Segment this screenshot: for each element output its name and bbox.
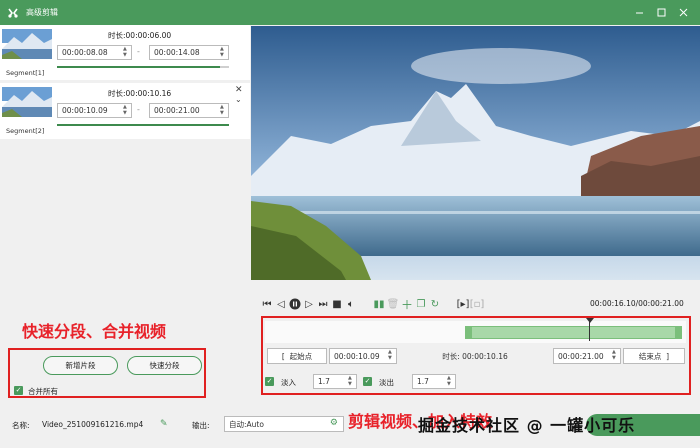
close-button[interactable]: [672, 0, 694, 25]
name-label: 名称:: [12, 421, 30, 430]
segment-end-field[interactable]: 00:00:14.08 ▲ ▼: [149, 45, 229, 60]
trim-timeline[interactable]: [265, 318, 686, 343]
playhead-marker[interactable]: [585, 318, 594, 323]
title-bar: 高级剪辑: [0, 0, 700, 25]
maximize-button[interactable]: [650, 0, 672, 25]
pause-icon[interactable]: [288, 297, 302, 311]
mark-in-icon[interactable]: [▸]: [456, 297, 470, 311]
playback-time: 00:00:16.10/00:00:21.00: [590, 299, 684, 308]
refresh-icon[interactable]: ↻: [428, 297, 442, 311]
annotation-left: 快速分段、合并视频: [22, 322, 167, 341]
output-filename: Video_251009161216.mp4: [42, 420, 144, 429]
mark-out-icon[interactable]: [▫]: [470, 297, 485, 311]
segment-label: Segment[1]: [6, 69, 45, 77]
segment-thumbnail: [2, 29, 52, 59]
stop-icon[interactable]: ■: [330, 297, 344, 311]
player-controls: ⏮ ◁ ▷ ⏭ ■ 🔈︎ ▮▮ 🗑︎ ＋ ❐ ↻ [▸] [▫]: [260, 296, 485, 312]
merge-all-label: 合并所有: [28, 387, 58, 396]
output-label: 输出:: [192, 421, 210, 430]
copy-icon[interactable]: ❐: [414, 297, 428, 311]
segment-end-field[interactable]: 00:00:21.00 ▲ ▼: [149, 103, 229, 118]
range-separator: -: [137, 47, 140, 56]
fade-in-checkbox[interactable]: ✓: [265, 377, 274, 386]
minimize-button[interactable]: [628, 0, 650, 25]
segment-thumbnail: [2, 87, 52, 117]
trim-start-field[interactable]: 00:00:10.09 ▲ ▼: [329, 348, 397, 364]
segment-start-field[interactable]: 00:00:08.08 ▲ ▼: [57, 45, 132, 60]
segment-duration: 时长:00:00:06.00: [108, 31, 172, 40]
segment-start-field[interactable]: 00:00:10.09 ▲ ▼: [57, 103, 132, 118]
collapse-chevron-icon[interactable]: ⌄: [235, 95, 242, 104]
watermark: 掘金技术社区 @ 一罐小可乐: [418, 416, 636, 435]
trim-start-handle[interactable]: [465, 327, 472, 338]
fade-in-label: 淡入: [281, 378, 296, 387]
segment-item[interactable]: Segment[2] 时长:00:00:10.16 ✕ ⌄ 00:00:10.0…: [0, 83, 250, 139]
edit-name-icon[interactable]: ✎: [160, 419, 168, 429]
set-end-button[interactable]: 结束点 ]: [623, 348, 685, 364]
segment-progress: [57, 66, 229, 68]
trim-end-field[interactable]: 00:00:21.00 ▲ ▼: [553, 348, 621, 364]
fade-out-label: 淡出: [379, 378, 394, 387]
segment-progress: [57, 124, 229, 126]
app-logo-icon: [4, 4, 22, 22]
skip-start-icon[interactable]: ⏮: [260, 297, 274, 311]
merge-all-checkbox[interactable]: ✓: [14, 386, 23, 395]
close-segment-icon[interactable]: ✕: [235, 85, 243, 95]
set-start-button[interactable]: [ 起始点: [267, 348, 327, 364]
segment-duration: 时长:00:00:10.16: [108, 89, 172, 98]
step-forward-icon[interactable]: ▷: [302, 297, 316, 311]
trim-selection[interactable]: [464, 326, 682, 339]
trim-duration: 时长: 00:00:10.16: [442, 351, 508, 361]
playhead-line: [588, 321, 590, 341]
segment-item[interactable]: Segment[1] 时长:00:00:06.00 00:00:08.08 ▲ ▼ …: [0, 25, 250, 80]
fade-out-field[interactable]: 1.7 ▲ ▼: [412, 374, 456, 389]
range-separator: -: [137, 105, 140, 114]
trim-end-handle[interactable]: [674, 327, 681, 338]
fade-in-field[interactable]: 1.7 ▲ ▼: [313, 374, 357, 389]
settings-gear-icon[interactable]: ⚙: [330, 418, 338, 428]
window-title: 高级剪辑: [26, 8, 58, 17]
video-preview[interactable]: [251, 26, 700, 280]
quick-split-button[interactable]: 快速分段: [127, 356, 202, 375]
volume-icon[interactable]: 🔈︎: [344, 297, 358, 311]
output-select[interactable]: 自动:Auto ⚙: [224, 416, 344, 432]
skip-end-icon[interactable]: ⏭: [316, 297, 330, 311]
add-icon[interactable]: ＋: [400, 297, 414, 312]
fade-out-checkbox[interactable]: ✓: [363, 377, 372, 386]
segment-label: Segment[2]: [6, 127, 45, 135]
split-icon[interactable]: ▮▮: [372, 297, 386, 311]
delete-icon[interactable]: 🗑︎: [386, 297, 400, 311]
add-segment-button[interactable]: 新增片段: [43, 356, 118, 375]
step-back-icon[interactable]: ◁: [274, 297, 288, 311]
